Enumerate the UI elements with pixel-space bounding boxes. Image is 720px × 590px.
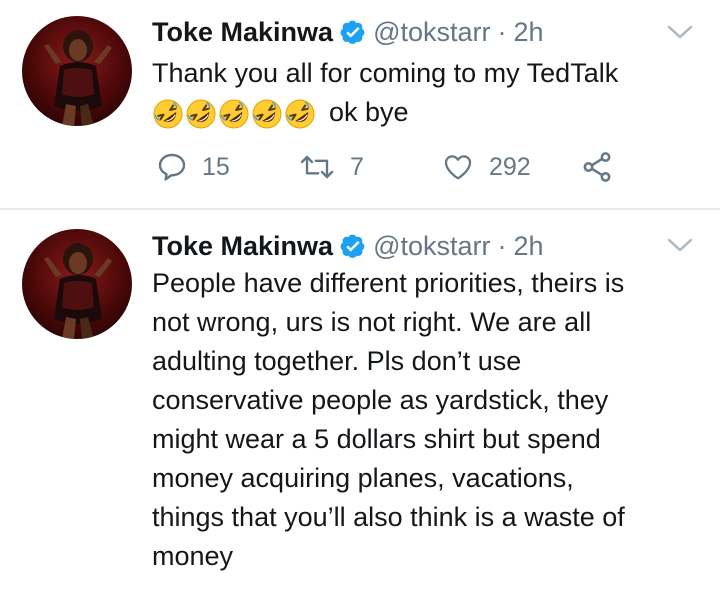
like-button[interactable]: 292: [441, 145, 531, 189]
like-icon: [444, 155, 472, 180]
caret-down-icon[interactable]: [666, 235, 694, 255]
tweet-text-line: things that you’ll also think is a waste…: [152, 502, 625, 532]
tweet-text-line: money acquiring planes, vacations,: [152, 463, 574, 493]
share-button[interactable]: [580, 145, 614, 189]
handle[interactable]: @tokstarr: [373, 231, 490, 262]
tweet-actions: 15 7 292: [152, 145, 652, 189]
tweet-text-after-emoji: ok bye: [329, 97, 409, 127]
avatar-photo: [22, 229, 132, 339]
tweet-header: Toke Makinwa @tokstarr · 2h: [152, 12, 544, 52]
caret-down-icon[interactable]: [666, 22, 694, 42]
display-name[interactable]: Toke Makinwa: [152, 231, 333, 262]
display-name[interactable]: Toke Makinwa: [152, 17, 333, 48]
tweet[interactable]: Toke Makinwa @tokstarr · 2h Thank you al…: [0, 0, 720, 208]
rolling-on-floor-laughing-emoji: [185, 98, 217, 130]
like-count: 292: [489, 152, 531, 181]
tweet-text: People have different priorities, theirs…: [152, 264, 697, 576]
handle[interactable]: @tokstarr: [373, 17, 490, 48]
reply-button[interactable]: 15: [156, 145, 230, 189]
tweet-text: Thank you all for coming to my TedTalk o…: [152, 54, 697, 132]
tweet-text-line: ok bye: [152, 93, 697, 132]
retweet-count: 7: [350, 152, 364, 181]
timeline: Toke Makinwa @tokstarr · 2h Thank you al…: [0, 0, 720, 590]
verified-badge-icon: [340, 233, 366, 259]
tweet-text-line: money: [152, 541, 234, 571]
reply-count: 15: [202, 152, 230, 181]
retweet-icon: [300, 155, 334, 179]
tweet-text-line: People have different priorities, theirs…: [152, 268, 625, 298]
separator-dot: ·: [497, 16, 507, 47]
avatar[interactable]: [22, 229, 132, 339]
avatar-photo: [22, 16, 132, 126]
tweet-text-line: adulting together. Pls don’t use: [152, 346, 522, 376]
share-icon: [583, 152, 611, 182]
retweet-button[interactable]: 7: [298, 145, 364, 189]
verified-badge-icon: [340, 19, 366, 45]
tweet-text-line: conservative people as yardstick, they: [152, 385, 609, 415]
reply-icon: [158, 153, 186, 181]
timestamp[interactable]: 2h: [514, 231, 544, 262]
tweet-text-line: not wrong, urs is not right. We are all: [152, 307, 592, 337]
tweet[interactable]: Toke Makinwa @tokstarr · 2h People have …: [0, 210, 720, 590]
rolling-on-floor-laughing-emoji: [251, 98, 283, 130]
timestamp[interactable]: 2h: [514, 17, 544, 48]
tweet-text-line: might wear a 5 dollars shirt but spend: [152, 424, 601, 454]
rolling-on-floor-laughing-emoji: [284, 98, 316, 130]
separator-dot: ·: [497, 230, 507, 261]
avatar[interactable]: [22, 16, 132, 126]
tweet-header: Toke Makinwa @tokstarr · 2h: [152, 226, 544, 266]
rolling-on-floor-laughing-emoji: [218, 98, 250, 130]
tweet-text-line: Thank you all for coming to my TedTalk: [152, 58, 619, 88]
rolling-on-floor-laughing-emoji: [152, 98, 184, 130]
emoji-row: [152, 98, 317, 130]
